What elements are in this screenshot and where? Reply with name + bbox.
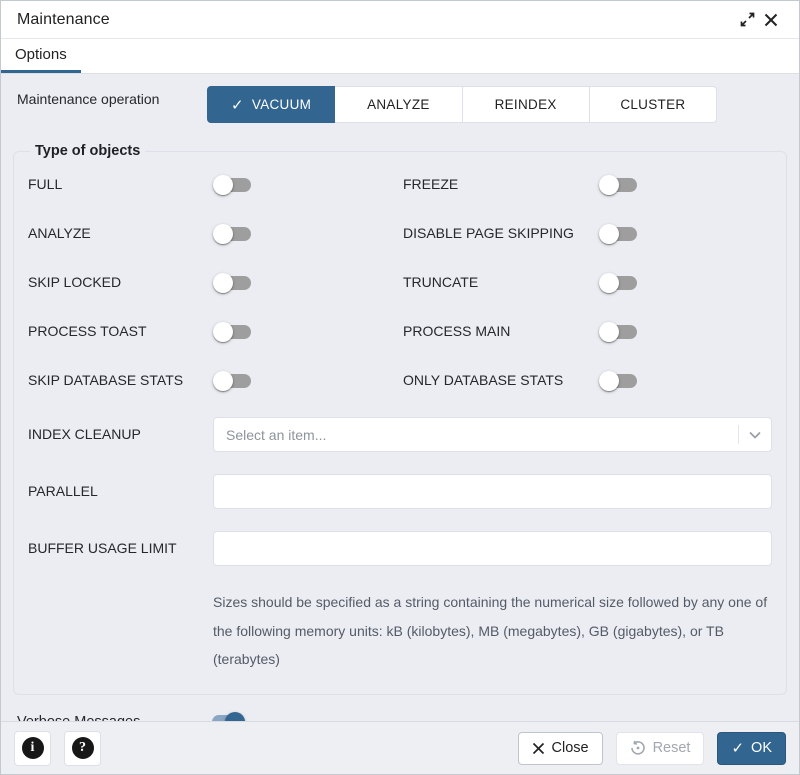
chevron-down-icon <box>747 427 763 443</box>
close-button[interactable]: Close <box>518 732 603 765</box>
help-button[interactable]: ? <box>64 731 101 766</box>
dialog-title: Maintenance <box>17 11 110 29</box>
verbose-messages-toggle[interactable] <box>207 710 247 721</box>
buffer-usage-limit-help: Sizes should be specified as a string co… <box>213 588 772 674</box>
buffer-usage-limit-input[interactable] <box>213 531 772 566</box>
verbose-messages-label: Verbose Messages <box>17 714 207 721</box>
toggle-label-only-database-stats: ONLY DATABASE STATS <box>403 371 599 391</box>
toggle-label-skip-database-stats: SKIP DATABASE STATS <box>28 371 213 391</box>
close-button-label: Close <box>552 740 589 756</box>
maintenance-operation-label: Maintenance operation <box>17 86 207 108</box>
buffer-usage-limit-label: BUFFER USAGE LIMIT <box>28 539 213 559</box>
expand-icon-svg <box>740 12 755 27</box>
select-separator <box>738 425 739 444</box>
type-of-objects-fieldset: Type of objects FULL FREEZE ANALYZE DISA… <box>13 143 787 695</box>
toggle-full[interactable] <box>213 173 253 197</box>
expand-icon[interactable] <box>735 8 759 32</box>
maintenance-operation-group: ✓ VACUUM ✓ ANALYZE ✓ REINDEX ✓ CLUSTER <box>207 86 717 123</box>
type-of-objects-legend: Type of objects <box>30 143 145 159</box>
toggle-knob <box>599 175 619 195</box>
parallel-row: PARALLEL <box>28 474 772 509</box>
ok-button[interactable]: ✓ OK <box>717 732 786 765</box>
toggle-knob <box>599 224 619 244</box>
toggle-label-analyze: ANALYZE <box>28 224 213 244</box>
title-bar: Maintenance <box>1 1 799 39</box>
close-icon-svg <box>764 13 778 27</box>
parallel-input[interactable] <box>213 474 772 509</box>
index-cleanup-select[interactable]: Select an item... <box>213 417 772 452</box>
operation-label-analyze: ANALYZE <box>367 97 430 112</box>
toggle-knob <box>599 371 619 391</box>
help-icon: ? <box>72 737 94 759</box>
operation-label-reindex: REINDEX <box>495 97 557 112</box>
toggle-process-main[interactable] <box>599 320 639 344</box>
toggle-knob <box>599 322 619 342</box>
toggle-knob <box>225 712 245 721</box>
toggle-knob <box>213 175 233 195</box>
toggle-grid: FULL FREEZE ANALYZE DISABLE PAGE SKIPPIN… <box>28 173 772 393</box>
toggle-knob <box>213 273 233 293</box>
index-cleanup-row: INDEX CLEANUP Select an item... <box>28 417 772 452</box>
operation-label-cluster: CLUSTER <box>620 97 685 112</box>
toggle-analyze[interactable] <box>213 222 253 246</box>
footer-bar: i ? Close Reset ✓ OK <box>1 721 799 774</box>
operation-reindex[interactable]: ✓ REINDEX <box>462 86 590 123</box>
toggle-label-freeze: FREEZE <box>403 175 599 195</box>
toggle-truncate[interactable] <box>599 271 639 295</box>
toggle-knob <box>599 273 619 293</box>
toggle-knob <box>213 224 233 244</box>
operation-vacuum[interactable]: ✓ VACUUM <box>207 86 335 123</box>
toggle-freeze[interactable] <box>599 173 639 197</box>
reset-button[interactable]: Reset <box>616 732 705 765</box>
toggle-knob <box>213 322 233 342</box>
close-icon[interactable] <box>759 8 783 32</box>
index-cleanup-placeholder: Select an item... <box>226 427 326 443</box>
buffer-usage-limit-row: BUFFER USAGE LIMIT <box>28 531 772 566</box>
operation-analyze[interactable]: ✓ ANALYZE <box>334 86 462 123</box>
reset-icon <box>630 740 646 756</box>
info-icon: i <box>22 737 44 759</box>
close-x-icon <box>532 742 545 755</box>
toggle-process-toast[interactable] <box>213 320 253 344</box>
toggle-label-skip-locked: SKIP LOCKED <box>28 273 213 293</box>
reset-button-label: Reset <box>653 740 691 756</box>
sql-info-button[interactable]: i <box>14 731 51 766</box>
toggle-skip-database-stats[interactable] <box>213 369 253 393</box>
toggle-label-process-toast: PROCESS TOAST <box>28 322 213 342</box>
toggle-disable-page-skipping[interactable] <box>599 222 639 246</box>
parallel-label: PARALLEL <box>28 482 213 502</box>
check-icon: ✓ <box>231 96 244 114</box>
toggle-knob <box>213 371 233 391</box>
toggle-only-database-stats[interactable] <box>599 369 639 393</box>
index-cleanup-label: INDEX CLEANUP <box>28 425 213 445</box>
maintenance-dialog: Maintenance Options Maintenanc <box>0 0 800 775</box>
verbose-messages-row: Verbose Messages <box>17 710 783 721</box>
toggle-label-disable-page-skipping: DISABLE PAGE SKIPPING <box>403 224 599 244</box>
tab-options[interactable]: Options <box>1 39 81 73</box>
operation-label-vacuum: VACUUM <box>252 97 311 112</box>
toggle-label-full: FULL <box>28 175 213 195</box>
ok-check-icon: ✓ <box>731 739 744 757</box>
dialog-content: Maintenance operation ✓ VACUUM ✓ ANALYZE… <box>1 74 799 721</box>
maintenance-operation-row: Maintenance operation ✓ VACUUM ✓ ANALYZE… <box>17 86 783 123</box>
ok-button-label: OK <box>751 740 772 756</box>
tab-bar: Options <box>1 39 799 74</box>
toggle-label-truncate: TRUNCATE <box>403 273 599 293</box>
tab-options-label: Options <box>15 46 67 63</box>
operation-cluster[interactable]: ✓ CLUSTER <box>589 86 717 123</box>
toggle-skip-locked[interactable] <box>213 271 253 295</box>
toggle-label-process-main: PROCESS MAIN <box>403 322 599 342</box>
